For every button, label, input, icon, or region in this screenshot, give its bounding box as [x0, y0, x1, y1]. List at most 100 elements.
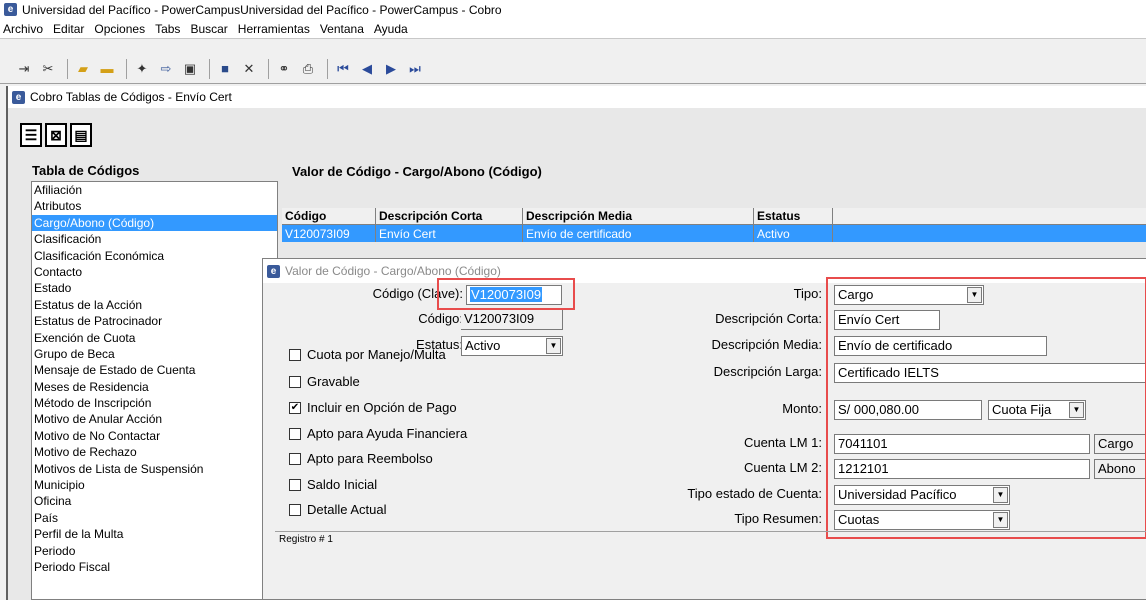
list-item[interactable]: Estado: [32, 280, 277, 296]
cuota-select[interactable]: Cuota Fija ▼: [988, 400, 1086, 420]
menu-ayuda[interactable]: Ayuda: [374, 22, 408, 36]
codigo-clave-value: V120073I09: [470, 287, 543, 302]
grid-cell-desc-corta: Envío Cert: [376, 225, 523, 242]
checkbox[interactable]: ✔: [289, 401, 301, 414]
print-icon[interactable]: ⎙: [298, 59, 318, 79]
menu-opciones[interactable]: Opciones: [94, 22, 145, 36]
list-item[interactable]: Oficina: [32, 493, 277, 509]
desc-corta-field[interactable]: Envío Cert: [834, 310, 940, 330]
last-record-icon[interactable]: ⏭: [405, 59, 425, 79]
list-item[interactable]: Exención de Cuota: [32, 330, 277, 346]
detail-view-icon[interactable]: ⊠: [45, 123, 67, 147]
list-item[interactable]: Perfil de la Multa: [32, 526, 277, 542]
tipo-estado-select[interactable]: Universidad Pacífico ▼: [834, 485, 1010, 505]
cuenta1-label: Cuenta LM 1:: [743, 435, 822, 450]
menu-buscar[interactable]: Buscar: [190, 22, 227, 36]
checkbox[interactable]: [289, 503, 301, 516]
save-icon[interactable]: ■: [215, 59, 235, 79]
monto-field[interactable]: S/ 000,080.00: [834, 400, 982, 420]
chevron-down-icon[interactable]: ▼: [1069, 402, 1084, 418]
codigo-clave-field[interactable]: V120073I09: [466, 285, 562, 305]
tools-icon[interactable]: ✂: [38, 59, 58, 79]
import-icon[interactable]: ⇨: [156, 59, 176, 79]
list-item[interactable]: Cargo/Abono (Código): [32, 214, 277, 232]
grid-header-desc-media[interactable]: Descripción Media: [523, 208, 754, 224]
grid-header-estatus[interactable]: Estatus: [754, 208, 833, 224]
dialog-body: Código (Clave): V120073I09 Código: V1200…: [275, 277, 1146, 539]
list-item[interactable]: Estatus de la Acción: [32, 297, 277, 313]
list-item[interactable]: Afiliación: [32, 182, 277, 198]
menu-herramientas[interactable]: Herramientas: [238, 22, 310, 36]
tipo-resumen-select[interactable]: Cuotas ▼: [834, 510, 1010, 530]
list-item[interactable]: Periodo Fiscal: [32, 559, 277, 575]
checkbox-row[interactable]: Apto para Ayuda Financiera: [289, 426, 467, 441]
first-record-icon[interactable]: ⏮: [333, 59, 353, 79]
open-folder-icon[interactable]: ▰: [73, 59, 93, 79]
document-icon[interactable]: ▤: [70, 123, 92, 147]
list-item[interactable]: Método de Inscripción: [32, 395, 277, 411]
tipo-select[interactable]: Cargo ▼: [834, 285, 984, 305]
status-bar: Registro # 1: [275, 531, 1146, 547]
toolbar-separator: [209, 58, 210, 79]
new-icon[interactable]: ✦: [132, 59, 152, 79]
checkbox[interactable]: [289, 375, 301, 388]
checkbox[interactable]: [289, 452, 301, 465]
checkbox-row[interactable]: ✔ Incluir en Opción de Pago: [289, 400, 457, 415]
code-table-list[interactable]: Afiliación Atributos Cargo/Abono (Código) C…: [31, 181, 278, 600]
list-item[interactable]: Periodo: [32, 543, 277, 559]
next-record-icon[interactable]: ▶: [381, 59, 401, 79]
table-row[interactable]: V120073I09 Envío Cert Envío de certifica…: [282, 225, 1146, 242]
menu-archivo[interactable]: Archivo: [3, 22, 43, 36]
list-view-icon[interactable]: ☰: [20, 123, 42, 147]
checkbox-label: Apto para Reembolso: [307, 451, 433, 466]
toolbar-separator: [268, 58, 269, 79]
list-item[interactable]: Municipio: [32, 477, 277, 493]
cuenta1-field[interactable]: 7041101: [834, 434, 1090, 454]
chevron-down-icon[interactable]: ▼: [967, 287, 982, 303]
checkbox[interactable]: [289, 348, 301, 361]
checkbox-row[interactable]: Cuota por Manejo/Multa: [289, 347, 446, 362]
list-item[interactable]: Contacto: [32, 264, 277, 280]
list-item[interactable]: Clasificación Económica: [32, 248, 277, 264]
grid-header-desc-corta[interactable]: Descripción Corta: [376, 208, 523, 224]
menu-ventana[interactable]: Ventana: [320, 22, 364, 36]
list-item[interactable]: Meses de Residencia: [32, 379, 277, 395]
tipo-resumen-value: Cuotas: [838, 512, 880, 527]
grid-header-codigo[interactable]: Código: [282, 208, 376, 224]
checkbox-row[interactable]: Apto para Reembolso: [289, 451, 433, 466]
list-item[interactable]: Motivos de Lista de Suspensión: [32, 461, 277, 477]
checkbox-row[interactable]: Saldo Inicial: [289, 477, 377, 492]
checkbox-row[interactable]: Gravable: [289, 374, 360, 389]
menu-editar[interactable]: Editar: [53, 22, 84, 36]
exit-icon[interactable]: ⇥: [14, 59, 34, 79]
list-item[interactable]: Motivo de Rechazo: [32, 444, 277, 460]
checkbox[interactable]: [289, 427, 301, 440]
cuenta2-field[interactable]: 1212101: [834, 459, 1090, 479]
list-item[interactable]: Grupo de Beca: [32, 346, 277, 362]
list-item[interactable]: Motivo de No Contactar: [32, 428, 277, 444]
chevron-down-icon[interactable]: ▼: [993, 487, 1008, 503]
chevron-down-icon[interactable]: ▼: [546, 338, 561, 354]
tipo-estado-value: Universidad Pacífico: [838, 487, 957, 502]
delete-icon[interactable]: ✕: [239, 59, 259, 79]
list-item[interactable]: Motivo de Anular Acción: [32, 411, 277, 427]
grid-cell-estatus: Activo: [754, 225, 833, 242]
binoculars-icon[interactable]: ⚭: [274, 59, 294, 79]
estatus-select[interactable]: Activo ▼: [461, 336, 563, 356]
list-item[interactable]: Estatus de Patrocinador: [32, 313, 277, 329]
checkbox[interactable]: [289, 478, 301, 491]
desc-media-field[interactable]: Envío de certificado: [834, 336, 1047, 356]
desc-larga-field[interactable]: Certificado IELTS: [834, 363, 1146, 383]
checkbox-row[interactable]: Detalle Actual: [289, 502, 387, 517]
export-icon[interactable]: ▣: [180, 59, 200, 79]
list-item[interactable]: Atributos: [32, 198, 277, 214]
list-item[interactable]: Mensaje de Estado de Cuenta: [32, 362, 277, 378]
list-item[interactable]: Clasificación: [32, 231, 277, 247]
list-item[interactable]: País: [32, 510, 277, 526]
chevron-down-icon[interactable]: ▼: [993, 512, 1008, 528]
dialog-titlebar: e Valor de Código - Cargo/Abono (Código): [263, 259, 1146, 283]
tipo-resumen-label: Tipo Resumen:: [734, 511, 822, 526]
previous-record-icon[interactable]: ◀: [357, 59, 377, 79]
folder-icon[interactable]: ▬: [97, 59, 117, 79]
menu-tabs[interactable]: Tabs: [155, 22, 180, 36]
